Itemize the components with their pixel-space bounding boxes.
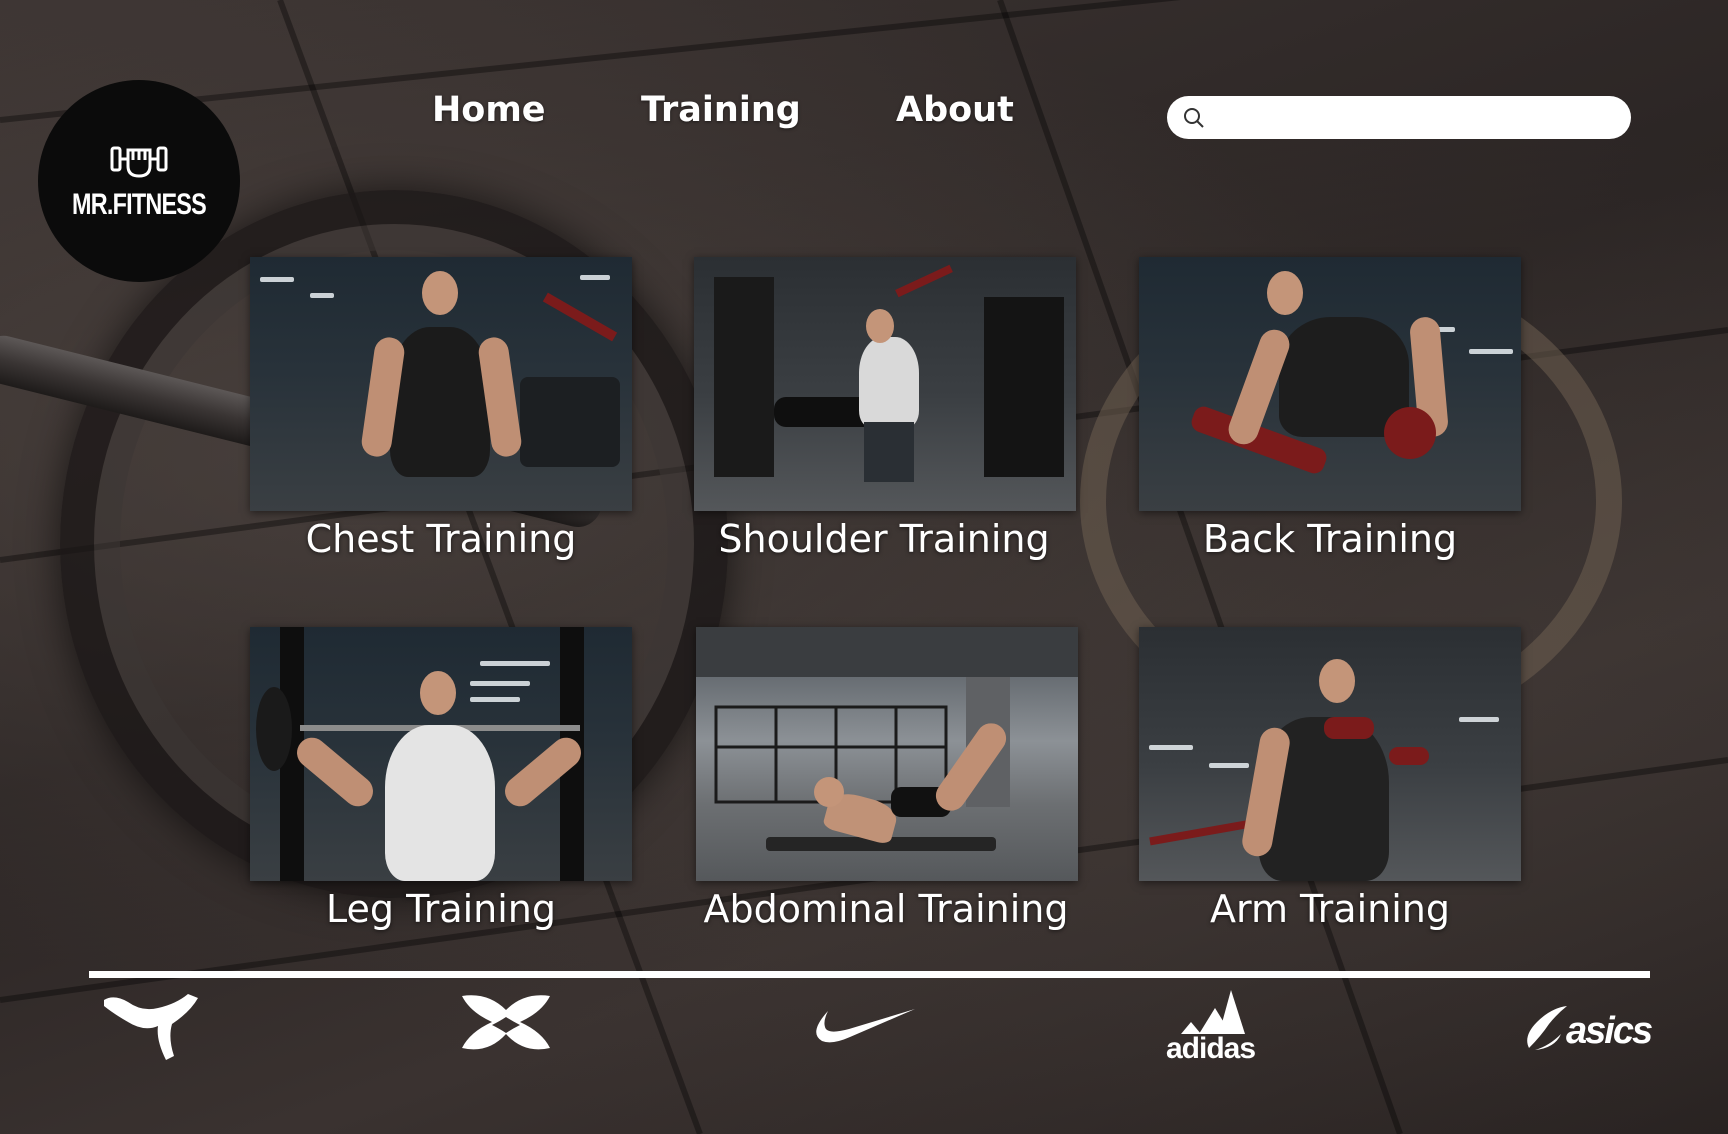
fist-dumbbell-icon	[110, 146, 168, 178]
arm-training-photo[interactable]	[1139, 627, 1521, 881]
footer-divider	[89, 971, 1650, 978]
dumbbell	[1384, 407, 1436, 459]
shoulder-training-card[interactable]: Shoulder Training	[694, 257, 1076, 561]
card-label[interactable]: Shoulder Training	[674, 517, 1094, 561]
chest-training-card[interactable]: Chest Training	[250, 257, 632, 561]
adidas-logo-text[interactable]: adidas	[1166, 1032, 1256, 1066]
card-label[interactable]: Leg Training	[250, 887, 632, 931]
asics-logo-text[interactable]: asics	[1566, 1010, 1653, 1053]
puma-logo-icon[interactable]	[100, 990, 205, 1070]
logo-text: MR.FITNESS	[72, 188, 207, 221]
card-label[interactable]: Abdominal Training	[666, 887, 1106, 931]
asics-tiger-icon	[1527, 1006, 1567, 1050]
gym-machine	[984, 297, 1064, 477]
dumbbell	[1389, 747, 1429, 765]
person-head	[420, 671, 456, 715]
background-gym-floor	[0, 0, 1728, 1134]
person-legs	[864, 422, 914, 482]
dumbbell	[1324, 717, 1374, 739]
card-label[interactable]: Chest Training	[250, 517, 632, 561]
back-training-photo[interactable]	[1139, 257, 1521, 511]
shoulder-training-photo[interactable]	[694, 257, 1076, 511]
person-torso	[859, 337, 919, 427]
person-head	[814, 777, 844, 807]
leg-training-photo[interactable]	[250, 627, 632, 881]
search-icon[interactable]	[1183, 107, 1205, 129]
person-torso	[385, 725, 495, 881]
person-arm	[290, 731, 380, 813]
leg-training-card[interactable]: Leg Training	[250, 627, 632, 931]
weight-plate	[256, 687, 292, 771]
gym-machine	[520, 377, 620, 467]
floor-tile-lines	[0, 0, 1728, 1134]
mr-fitness-logo[interactable]: MR.FITNESS	[38, 80, 240, 282]
person-head	[866, 309, 894, 343]
gym-machine	[542, 292, 618, 342]
arm-training-card[interactable]: Arm Training	[1139, 627, 1521, 931]
card-label[interactable]: Arm Training	[1139, 887, 1521, 931]
under-armour-logo-icon[interactable]	[452, 992, 560, 1058]
abdominal-training-photo[interactable]	[696, 627, 1078, 881]
nav-about-link[interactable]: About	[896, 90, 1014, 130]
nike-swoosh-logo-icon[interactable]	[810, 1005, 915, 1047]
person-head	[1319, 659, 1355, 703]
person-head	[1267, 271, 1303, 315]
nav-training-link[interactable]: Training	[641, 90, 801, 130]
nav-home-link[interactable]: Home	[432, 90, 546, 130]
gym-machine	[714, 277, 774, 477]
search-input[interactable]	[1215, 102, 1619, 134]
search-bar[interactable]	[1167, 96, 1631, 139]
card-label[interactable]: Back Training	[1139, 517, 1521, 561]
abdominal-training-card[interactable]: Abdominal Training	[696, 627, 1078, 931]
gym-machine	[895, 264, 953, 298]
chest-training-photo[interactable]	[250, 257, 632, 511]
adidas-stripes-icon	[1181, 990, 1245, 1034]
person-torso	[390, 327, 490, 477]
person-head	[422, 271, 458, 315]
back-training-card[interactable]: Back Training	[1139, 257, 1521, 561]
